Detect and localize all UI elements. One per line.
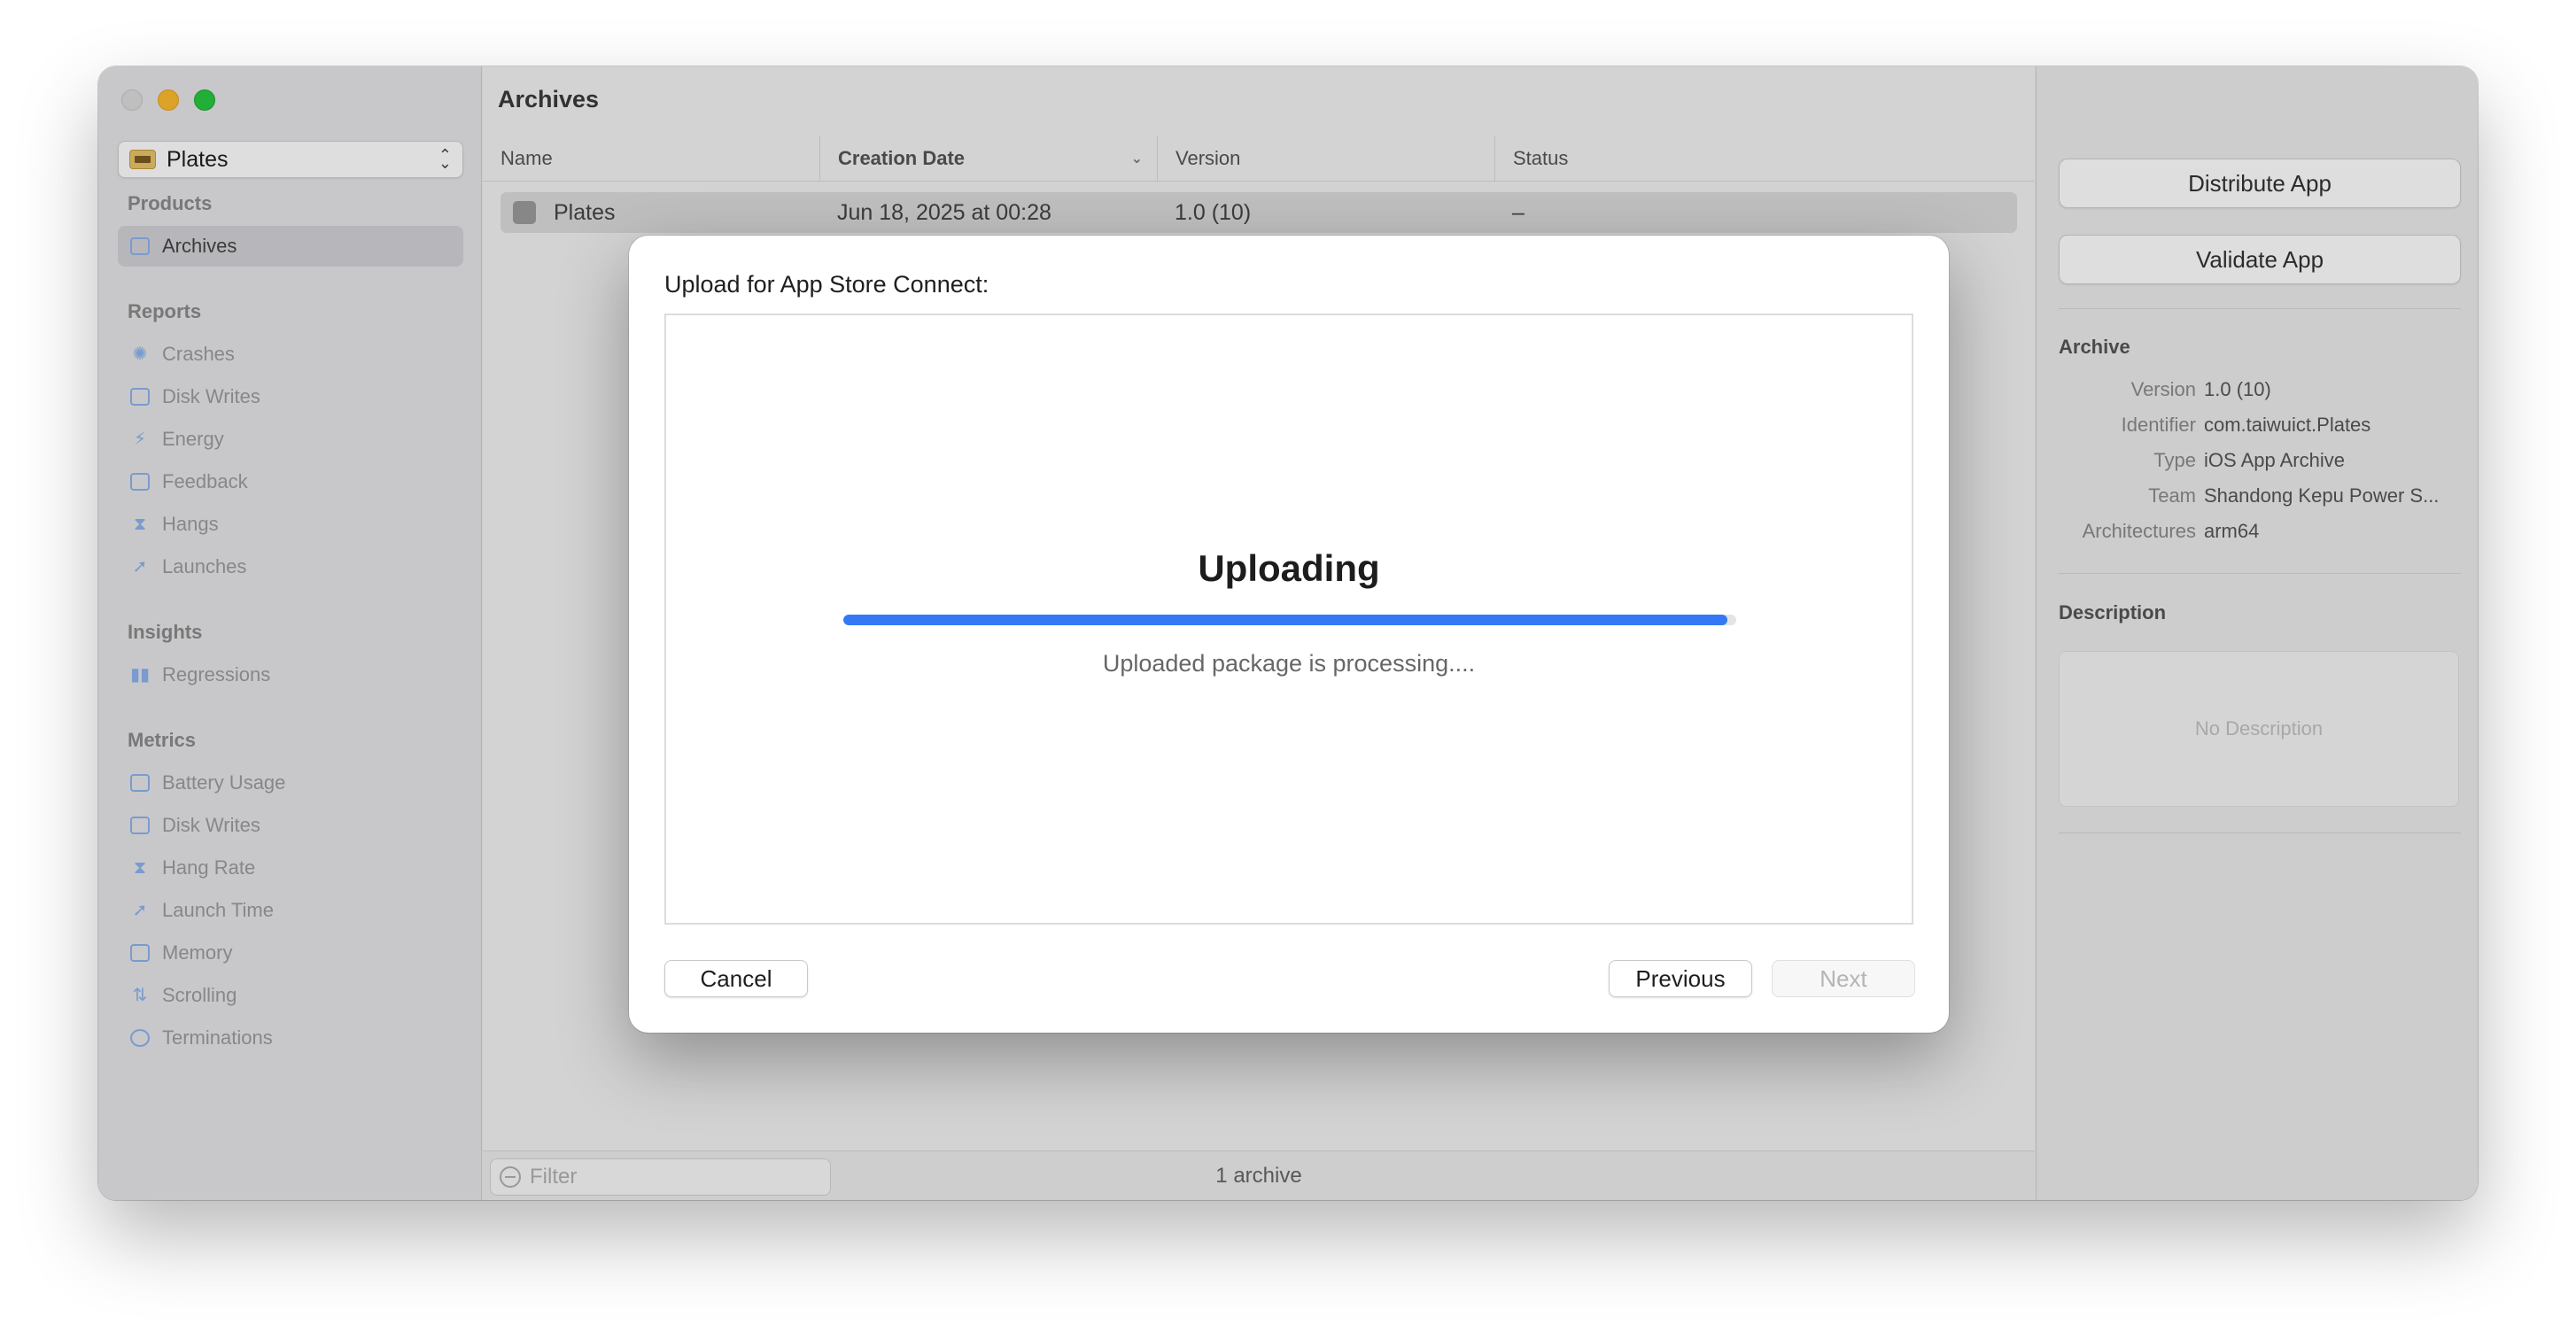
upload-status-text: Uploaded package is processing....: [1102, 650, 1476, 677]
upload-progress-panel: Uploading Uploaded package is processing…: [664, 314, 1913, 925]
sheet-title: Upload for App Store Connect:: [664, 271, 989, 298]
upload-progress-bar: [843, 615, 1736, 625]
previous-button[interactable]: Previous: [1609, 960, 1752, 997]
cancel-button[interactable]: Cancel: [664, 960, 808, 997]
upload-sheet: Upload for App Store Connect: Uploading …: [629, 236, 1949, 1033]
upload-heading: Uploading: [1198, 547, 1380, 589]
next-button[interactable]: Next: [1772, 960, 1915, 997]
upload-progress-fill: [843, 615, 1727, 625]
